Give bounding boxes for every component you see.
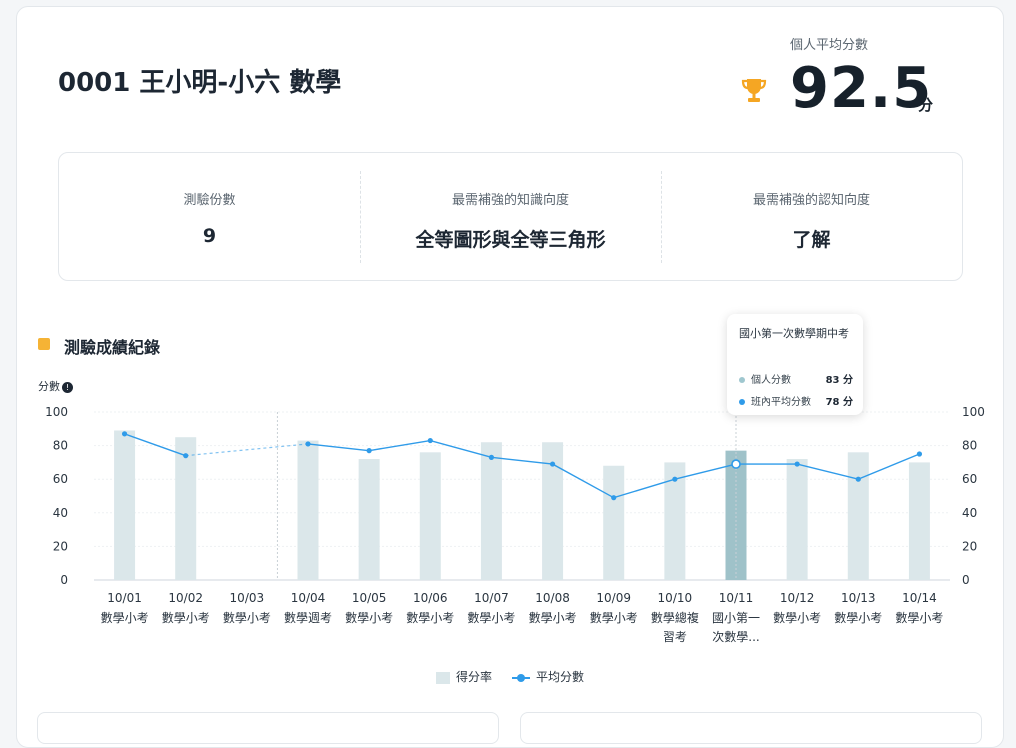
bar [908,462,930,580]
bar [419,452,441,580]
x-tick-label: 10/03 [230,591,265,605]
x-tick-label: 10/12 [780,591,815,605]
x-tick-sublabel: 數學小考 [529,611,577,625]
x-tick-label: 10/13 [841,591,876,605]
average-point [183,453,189,459]
x-tick-label: 10/05 [352,591,387,605]
x-tick-sublabel: 數學週考 [284,611,332,625]
y-tick-label-left: 40 [53,506,68,520]
x-tick-label: 10/06 [413,591,448,605]
tooltip-row-label: 個人分數 [751,375,791,386]
tooltip-title: 國小第一次數學期中考 [739,327,849,340]
tooltip-row-label: 班內平均分數 [751,397,811,408]
x-tick-label: 10/11 [719,591,754,605]
x-tick-sublabel: 數學總複 [651,610,699,625]
legend-label: 得分率 [456,670,493,684]
x-tick-label: 10/08 [535,591,570,605]
x-tick-sublabel: 數學小考 [467,611,515,625]
bar [358,459,380,580]
bar [297,440,319,580]
average-point [794,461,800,467]
x-tick-sublabel: 數學小考 [834,611,882,625]
x-tick-label: 10/02 [168,591,203,605]
chart-tooltip: 國小第一次數學期中考 個人分數 83 分 班內平均分數 78 分 [727,314,863,415]
y-tick-label-right: 0 [962,573,970,587]
x-tick-sublabel: 數學小考 [345,611,393,625]
x-tick-label: 10/14 [902,591,937,605]
tooltip-row-value: 78 分 [825,397,853,408]
bar [175,437,197,580]
x-tick-sublabel: 習考 [663,630,687,644]
y-tick-label-right: 60 [962,472,977,486]
y-tick-label-left: 60 [53,472,68,486]
x-tick-sublabel: 數學小考 [773,611,821,625]
x-tick-sublabel: 數學小考 [590,611,638,625]
tooltip-dot [739,377,745,383]
bar [786,459,808,580]
x-tick-sublabel: 數學小考 [101,611,149,625]
average-point [488,454,495,460]
x-tick-sublabel: 數學小考 [223,611,271,625]
average-point-active [731,459,741,469]
y-tick-label-left: 0 [60,573,68,587]
x-tick-sublabel: 數學小考 [406,611,454,625]
average-point [855,476,861,482]
x-tick-label: 10/01 [107,591,142,605]
average-point [549,461,556,467]
tooltip-row-personal: 個人分數 83 分 [739,371,857,386]
tooltip-dot [739,399,745,405]
x-tick-label: 10/07 [474,591,509,605]
bottom-card-left [37,712,499,744]
average-point [305,441,311,447]
tooltip-row-class-average: 班內平均分數 78 分 [739,393,857,408]
bar [114,430,136,580]
y-tick-label-left: 100 [45,405,68,419]
legend-label: 平均分數 [536,670,585,684]
x-tick-sublabel: 數學小考 [895,611,943,625]
bar [480,442,502,580]
x-tick-label: 10/10 [658,591,693,605]
y-tick-label-right: 100 [962,405,985,419]
y-tick-label-right: 40 [962,506,977,520]
average-point [121,431,128,437]
y-tick-label-right: 20 [962,539,977,553]
legend-swatch [436,671,450,684]
bar [603,465,625,580]
average-point [916,451,923,457]
x-tick-sublabel: 次數學... [712,630,759,644]
average-point [427,437,433,444]
y-tick-label-left: 20 [53,539,68,553]
y-tick-label-right: 80 [962,439,977,453]
x-tick-sublabel: 國小第一 [712,611,760,625]
x-tick-label: 10/04 [291,591,326,605]
legend-item-score-rate[interactable]: 得分率 [436,668,492,685]
average-point [611,495,617,501]
bar [847,452,869,580]
average-point [672,476,678,482]
x-tick-sublabel: 數學小考 [162,611,210,625]
legend-item-average[interactable]: 平均分數 [512,668,584,685]
score-chart: 0 20 40 60 80 100 0 20 40 60 80 100 10/01 數學小考 10/02 數學… [45,405,985,644]
x-tick-label: 10/09 [596,591,631,605]
legend-line-marker [512,673,530,682]
average-point [366,448,372,454]
bottom-card-right [520,712,982,744]
tooltip-row-value: 83 分 [825,375,853,386]
y-tick-label-left: 80 [53,439,68,453]
